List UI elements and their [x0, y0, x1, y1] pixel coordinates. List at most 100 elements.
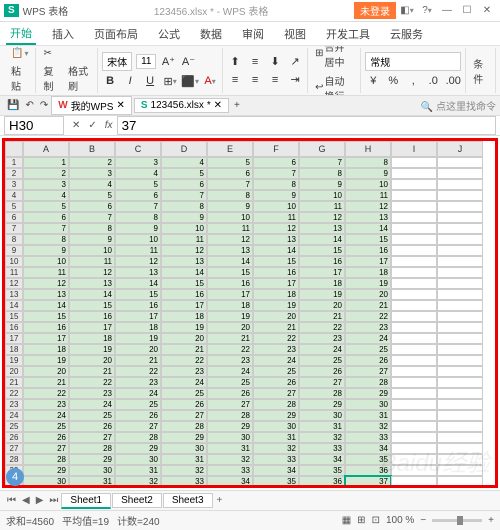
row-header[interactable]: 12 [5, 278, 23, 289]
cell[interactable]: 34 [299, 454, 345, 465]
cell[interactable]: 31 [345, 410, 391, 421]
cell[interactable]: 7 [69, 212, 115, 223]
row-header[interactable]: 13 [5, 289, 23, 300]
cell[interactable]: 36 [299, 476, 345, 487]
cell[interactable]: 4 [69, 179, 115, 190]
cell[interactable]: 27 [23, 443, 69, 454]
cancel-icon[interactable]: ✕ [68, 120, 84, 131]
cell[interactable]: 5 [69, 190, 115, 201]
cell[interactable] [23, 487, 69, 488]
row-header[interactable]: 27 [5, 443, 23, 454]
cell[interactable]: 29 [207, 421, 253, 432]
conditional-format-button[interactable]: 条件 [470, 55, 491, 87]
cell[interactable]: 15 [115, 289, 161, 300]
cell[interactable]: 28 [299, 388, 345, 399]
cell[interactable]: 18 [115, 322, 161, 333]
increase-font-icon[interactable]: A⁺ [160, 54, 176, 70]
cell[interactable]: 31 [161, 454, 207, 465]
cell[interactable]: 6 [253, 157, 299, 168]
cell[interactable] [391, 399, 437, 410]
cell[interactable] [391, 256, 437, 267]
cell[interactable] [253, 487, 299, 488]
cell[interactable]: 8 [115, 212, 161, 223]
cell[interactable]: 29 [115, 443, 161, 454]
cell[interactable]: 17 [161, 300, 207, 311]
cell[interactable]: 19 [207, 311, 253, 322]
next-sheet-icon[interactable]: ▶ [33, 495, 47, 506]
cell[interactable] [391, 443, 437, 454]
cell[interactable]: 11 [23, 267, 69, 278]
cell[interactable]: 9 [299, 179, 345, 190]
cell[interactable]: 24 [345, 333, 391, 344]
cell[interactable]: 30 [207, 432, 253, 443]
command-search[interactable]: 🔍 点这里找命令 [421, 98, 496, 113]
cell[interactable]: 23 [69, 388, 115, 399]
cell[interactable]: 14 [115, 278, 161, 289]
close-button[interactable]: ✕ [478, 3, 496, 19]
cell[interactable]: 9 [115, 223, 161, 234]
row-header[interactable]: 15 [5, 311, 23, 322]
cell[interactable]: 17 [299, 267, 345, 278]
cell[interactable]: 2 [69, 157, 115, 168]
row-header[interactable]: 14 [5, 300, 23, 311]
row-header[interactable]: 25 [5, 421, 23, 432]
cell[interactable]: 28 [345, 377, 391, 388]
decrease-font-icon[interactable]: A⁻ [180, 54, 196, 70]
view-normal-icon[interactable]: ▦ [342, 515, 351, 526]
font-name-select[interactable]: 宋体 [102, 52, 132, 71]
cell[interactable]: 27 [299, 377, 345, 388]
cell[interactable]: 16 [299, 256, 345, 267]
cell[interactable]: 15 [207, 267, 253, 278]
cell[interactable]: 20 [253, 311, 299, 322]
cell[interactable]: 12 [69, 267, 115, 278]
cell[interactable]: 1 [23, 157, 69, 168]
cell[interactable]: 25 [207, 377, 253, 388]
bold-button[interactable]: B [102, 73, 118, 89]
cell[interactable] [115, 487, 161, 488]
login-button[interactable]: 未登录 [354, 2, 396, 19]
cell[interactable] [391, 157, 437, 168]
cell[interactable] [437, 256, 483, 267]
cut-button[interactable]: ✂ [40, 47, 93, 60]
cell[interactable]: 7 [161, 190, 207, 201]
cell[interactable] [437, 344, 483, 355]
cell[interactable]: 33 [207, 465, 253, 476]
cell[interactable]: 31 [299, 421, 345, 432]
cell[interactable]: 7 [299, 157, 345, 168]
view-page-icon[interactable]: ⊞ [357, 515, 365, 526]
cell[interactable] [391, 245, 437, 256]
indent-icon[interactable]: ⇥ [287, 72, 303, 88]
cell[interactable] [437, 333, 483, 344]
row-header[interactable]: 17 [5, 333, 23, 344]
column-header[interactable]: G [299, 141, 345, 157]
cell[interactable]: 28 [161, 421, 207, 432]
cell[interactable] [437, 201, 483, 212]
cell[interactable]: 30 [23, 476, 69, 487]
cell[interactable]: 30 [345, 399, 391, 410]
cell[interactable]: 13 [23, 289, 69, 300]
cell[interactable]: 24 [115, 388, 161, 399]
cell[interactable]: 8 [345, 157, 391, 168]
cell[interactable]: 16 [69, 311, 115, 322]
tab-formula[interactable]: 公式 [154, 24, 184, 44]
comma-icon[interactable]: , [405, 73, 421, 89]
cell[interactable]: 8 [23, 234, 69, 245]
cell[interactable] [161, 487, 207, 488]
cell[interactable]: 16 [115, 300, 161, 311]
cell[interactable] [345, 487, 391, 488]
cell[interactable]: 21 [299, 311, 345, 322]
cell[interactable]: 11 [69, 256, 115, 267]
cell[interactable]: 22 [207, 344, 253, 355]
row-header[interactable]: 31 [5, 487, 23, 488]
save-icon[interactable]: 💾 [4, 99, 22, 112]
cell[interactable]: 12 [345, 201, 391, 212]
cell[interactable]: 35 [345, 454, 391, 465]
name-box[interactable] [4, 116, 64, 135]
undo-icon[interactable]: ↶ [22, 99, 36, 112]
cell[interactable]: 21 [161, 344, 207, 355]
cell[interactable] [437, 410, 483, 421]
cell[interactable]: 34 [207, 476, 253, 487]
cell[interactable]: 15 [345, 234, 391, 245]
cell[interactable] [437, 179, 483, 190]
cell[interactable] [299, 487, 345, 488]
